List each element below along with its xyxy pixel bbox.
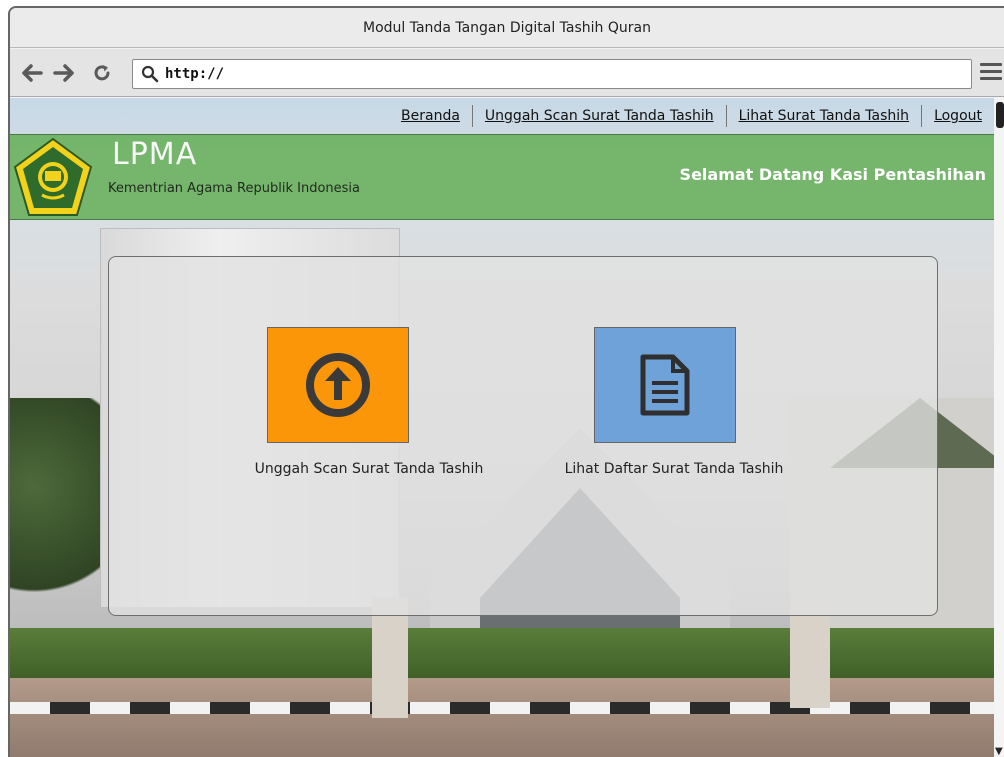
scroll-down-icon[interactable]: ▼	[995, 746, 1003, 757]
nav-link-unggah-scan[interactable]: Unggah Scan Surat Tanda Tashih	[471, 105, 726, 127]
upload-scan-label[interactable]: Unggah Scan Surat Tanda Tashih	[239, 461, 499, 477]
browser-menu-button[interactable]	[980, 63, 1002, 83]
document-icon	[640, 354, 690, 416]
upload-scan-button[interactable]	[267, 327, 409, 443]
top-navigation: Beranda Unggah Scan Surat Tanda Tashih L…	[389, 98, 994, 134]
action-panel: Unggah Scan Surat Tanda Tashih Lihat Daf…	[108, 256, 938, 616]
upload-arrow-icon	[306, 353, 370, 417]
scrollbar-thumb[interactable]	[996, 102, 1004, 128]
window-title: Modul Tanda Tangan Digital Tashih Quran	[363, 19, 651, 36]
background-hedge	[10, 628, 994, 678]
background-pillar	[372, 598, 408, 718]
reload-icon	[94, 65, 110, 81]
vertical-scrollbar[interactable]: ▼	[994, 98, 1004, 757]
kemenag-emblem-icon	[13, 137, 93, 216]
hamburger-menu-icon	[980, 63, 1002, 66]
nav-link-lihat-surat[interactable]: Lihat Surat Tanda Tashih	[725, 105, 921, 127]
nav-link-logout[interactable]: Logout	[921, 105, 994, 127]
view-list-label[interactable]: Lihat Daftar Surat Tanda Tashih	[549, 461, 799, 477]
background-tree	[10, 398, 100, 618]
view-list-button[interactable]	[594, 327, 736, 443]
back-button[interactable]	[20, 61, 44, 85]
site-title: LPMA	[112, 137, 198, 172]
browser-window: Modul Tanda Tangan Digital Tashih Quran …	[8, 6, 1004, 757]
reload-button[interactable]	[90, 61, 114, 85]
url-bar[interactable]: http://	[132, 59, 972, 89]
site-subtitle: Kementrian Agama Republik Indonesia	[108, 181, 360, 196]
background-curb	[10, 702, 994, 714]
url-text: http://	[165, 66, 225, 82]
site-header: LPMA Kementrian Agama Republik Indonesia…	[10, 134, 994, 220]
window-titlebar: Modul Tanda Tangan Digital Tashih Quran	[10, 8, 1004, 48]
forward-button[interactable]	[52, 61, 76, 85]
arrow-left-icon	[22, 64, 43, 82]
welcome-message: Selamat Datang Kasi Pentashihan	[679, 165, 986, 184]
search-icon	[141, 65, 159, 83]
arrow-right-icon	[53, 64, 74, 82]
background-pavement	[10, 678, 994, 757]
page-viewport: Beranda Unggah Scan Surat Tanda Tashih L…	[10, 98, 994, 757]
nav-link-beranda[interactable]: Beranda	[389, 105, 472, 127]
browser-toolbar: http://	[10, 49, 1004, 97]
